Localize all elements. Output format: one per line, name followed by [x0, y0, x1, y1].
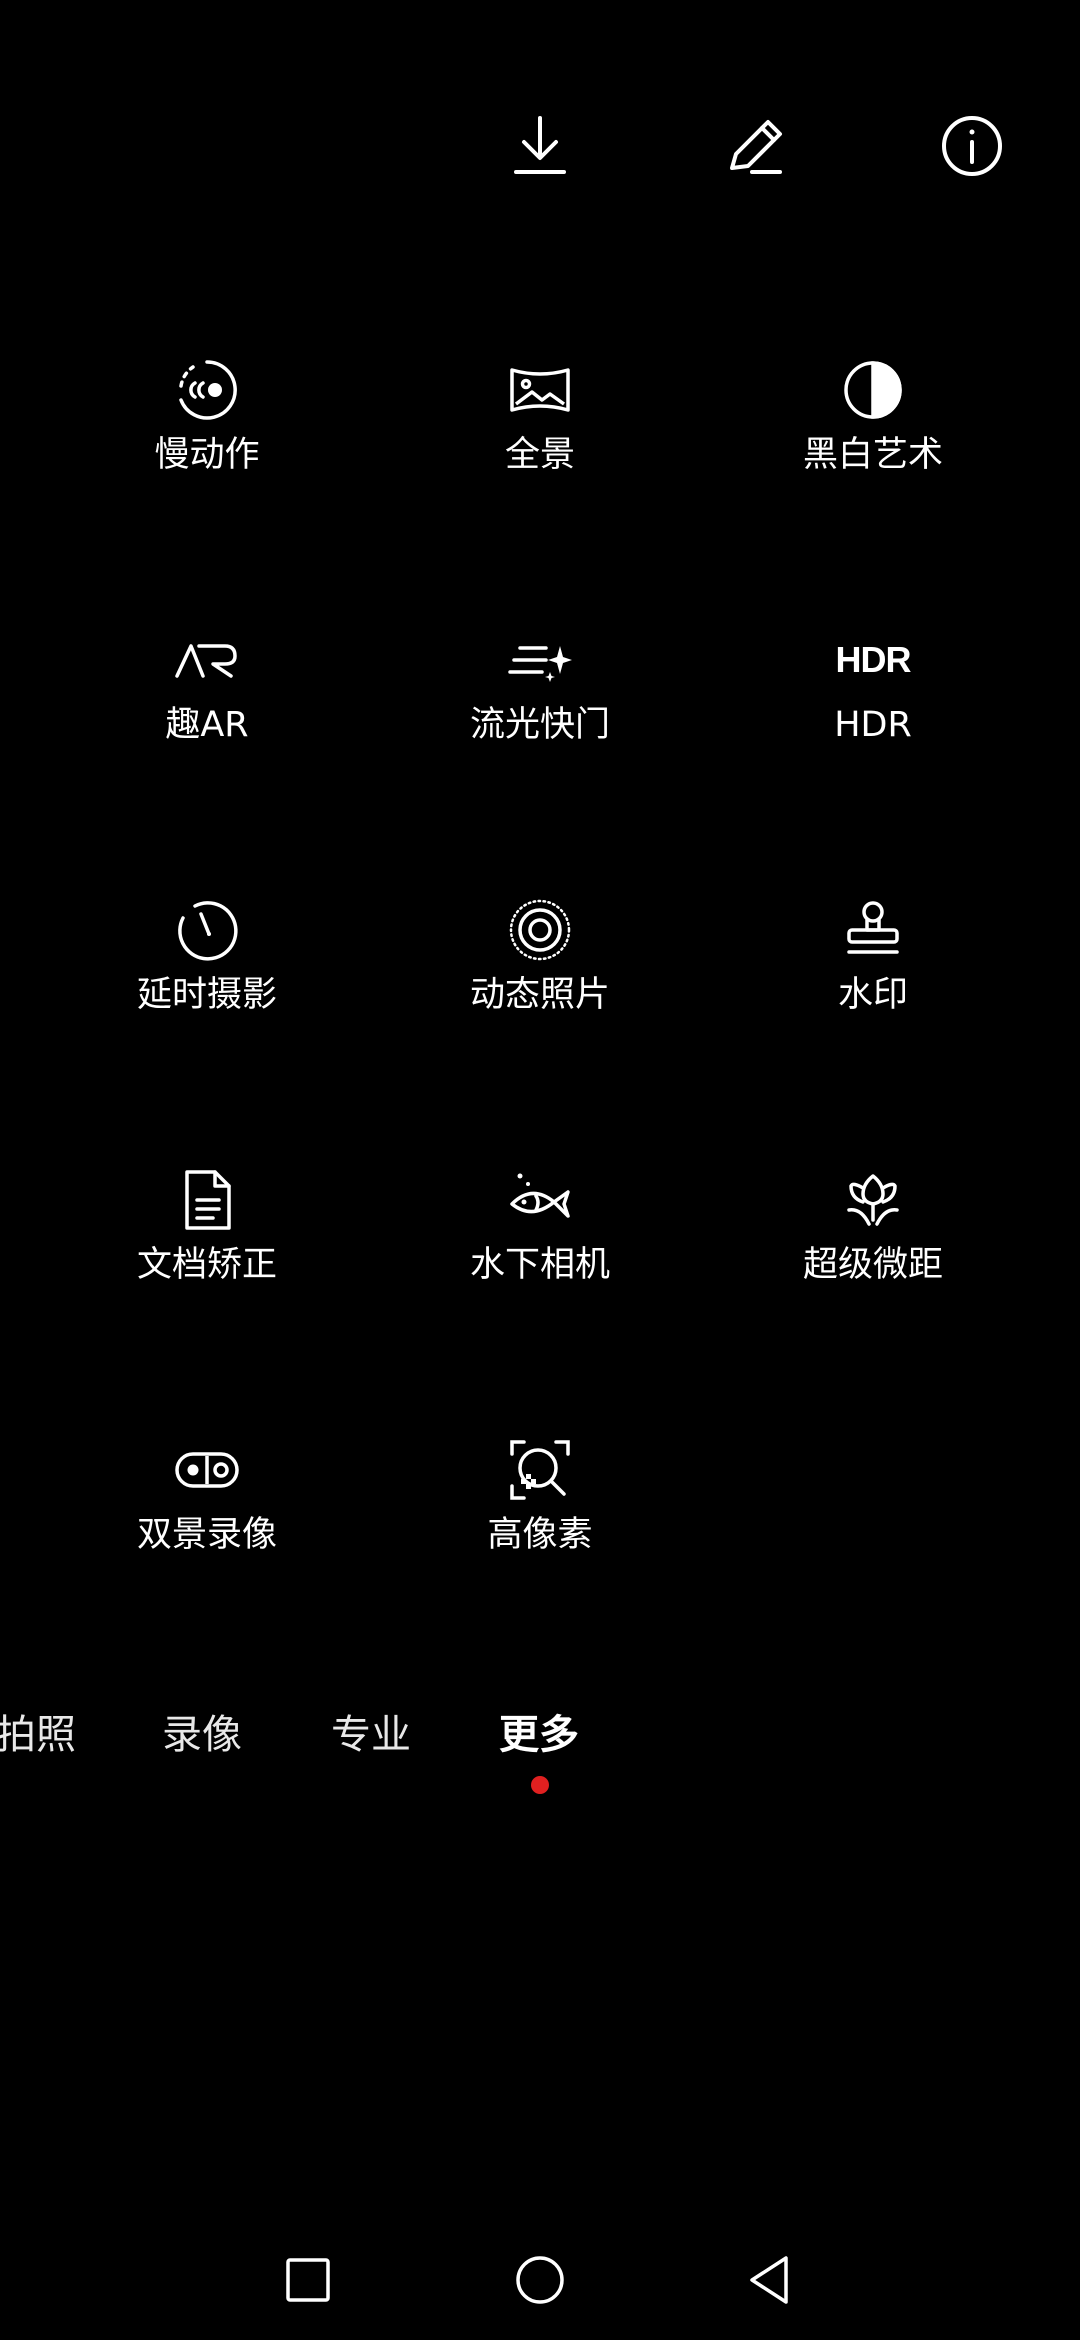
- info-button[interactable]: [932, 106, 1012, 186]
- download-button[interactable]: [500, 106, 580, 186]
- live-photo-icon: [509, 899, 571, 961]
- mode-label: 文档矫正: [136, 1245, 277, 1285]
- mode-icon-wrap: [833, 890, 913, 970]
- mode-high-resolution[interactable]: 高像素: [390, 1402, 690, 1602]
- home-button[interactable]: [500, 2240, 580, 2320]
- info-icon: [942, 116, 1002, 176]
- edit-button[interactable]: [716, 106, 796, 186]
- mode-label: 水印: [837, 975, 908, 1015]
- hdr-icon: HDR: [835, 639, 912, 680]
- mode-underwater[interactable]: 水下相机: [390, 1132, 690, 1332]
- tab-photo[interactable]: 拍照: [0, 1708, 76, 1762]
- mode-watermark[interactable]: 水印: [723, 862, 1023, 1062]
- mode-document[interactable]: 文档矫正: [57, 1132, 357, 1332]
- mode-icon-wrap: [833, 350, 913, 430]
- mode-label: 黑白艺术: [802, 435, 943, 475]
- mode-label: 双景录像: [136, 1515, 277, 1555]
- mode-hdr[interactable]: HDR HDR: [723, 592, 1023, 792]
- mode-icon-wrap: [167, 350, 247, 430]
- back-button[interactable]: [730, 2240, 810, 2320]
- mode-live-photo[interactable]: 动态照片: [390, 862, 690, 1062]
- mode-icon-wrap: [167, 620, 247, 700]
- mode-icon-wrap: [500, 620, 580, 700]
- mode-icon-wrap: [500, 350, 580, 430]
- download-icon: [514, 116, 566, 174]
- mode-super-macro[interactable]: 超级微距: [723, 1132, 1023, 1332]
- ar-icon: [175, 644, 237, 678]
- recents-square-icon: [286, 2258, 330, 2302]
- mode-slow-motion[interactable]: 慢动作: [57, 322, 357, 522]
- tab-more[interactable]: 更多: [499, 1708, 579, 1762]
- mode-icon-wrap: [500, 1160, 580, 1240]
- home-circle-icon: [516, 2256, 564, 2304]
- dual-view-icon: [175, 1452, 239, 1488]
- mode-label: HDR: [834, 705, 912, 745]
- mode-label: 水下相机: [469, 1245, 610, 1285]
- panorama-icon: [510, 368, 570, 412]
- mode-icon-wrap: [167, 1430, 247, 1510]
- black-white-art-icon: [844, 361, 902, 419]
- watermark-stamp-icon: [847, 901, 899, 954]
- tab-pro[interactable]: 专业: [331, 1708, 411, 1762]
- mode-dual-view[interactable]: 双景录像: [57, 1402, 357, 1602]
- mode-icon-wrap: HDR: [833, 620, 913, 700]
- high-resolution-icon: [510, 1440, 570, 1500]
- timelapse-icon: [178, 901, 238, 961]
- mode-icon-wrap: [500, 1430, 580, 1510]
- mode-label: 趣AR: [165, 705, 249, 745]
- mode-black-white-art[interactable]: 黑白艺术: [723, 322, 1023, 522]
- mode-label: 慢动作: [154, 435, 260, 475]
- mode-icon-wrap: [167, 1160, 247, 1240]
- mode-icon-wrap: [500, 890, 580, 970]
- back-triangle-icon: [750, 2256, 788, 2304]
- mode-label: 全景: [504, 435, 575, 475]
- mode-label: 延时摄影: [136, 975, 277, 1015]
- mode-light-trail[interactable]: 流光快门: [390, 592, 690, 792]
- mode-panorama[interactable]: 全景: [390, 322, 690, 522]
- mode-timelapse[interactable]: 延时摄影: [57, 862, 357, 1062]
- light-trail-shutter-icon: [508, 646, 572, 682]
- macro-flower-icon: [847, 1174, 899, 1226]
- active-tab-indicator: [531, 1776, 549, 1794]
- edit-pencil-icon: [730, 120, 782, 174]
- mode-label: 流光快门: [469, 705, 610, 745]
- tab-video[interactable]: 录像: [162, 1708, 242, 1762]
- mode-icon-wrap: [833, 1160, 913, 1240]
- mode-label: 超级微距: [802, 1245, 943, 1285]
- mode-label: 高像素: [487, 1515, 593, 1555]
- recents-button[interactable]: [268, 2240, 348, 2320]
- mode-ar[interactable]: 趣AR: [57, 592, 357, 792]
- mode-icon-wrap: [167, 890, 247, 970]
- mode-label: 动态照片: [469, 975, 610, 1015]
- document-icon: [185, 1170, 231, 1230]
- slow-motion-icon: [179, 360, 237, 420]
- fish-icon: [510, 1173, 570, 1218]
